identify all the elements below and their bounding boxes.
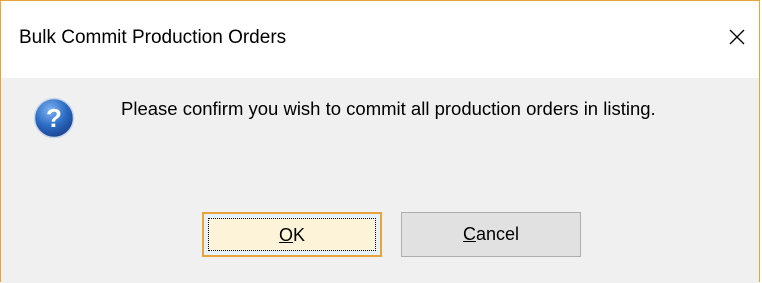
question-icon: ?	[33, 97, 75, 139]
cancel-button[interactable]: Cancel	[401, 212, 581, 257]
cancel-label-rest: ancel	[475, 224, 520, 244]
confirm-dialog: Bulk Commit Production Orders ? Please c…	[0, 0, 760, 283]
ok-label-rest: K	[293, 225, 306, 245]
cancel-mnemonic: C	[462, 224, 476, 244]
close-button[interactable]	[713, 15, 759, 61]
title-bar: Bulk Commit Production Orders	[1, 1, 759, 78]
ok-button[interactable]: OK	[202, 212, 382, 257]
svg-text:?: ?	[46, 103, 62, 133]
ok-mnemonic: O	[278, 225, 293, 245]
dialog-body: ? Please confirm you wish to commit all …	[1, 78, 759, 283]
close-icon	[729, 29, 745, 45]
ok-button-focus-rect: OK	[208, 218, 376, 251]
dialog-title: Bulk Commit Production Orders	[19, 27, 287, 48]
confirm-message: Please confirm you wish to commit all pr…	[121, 98, 656, 119]
